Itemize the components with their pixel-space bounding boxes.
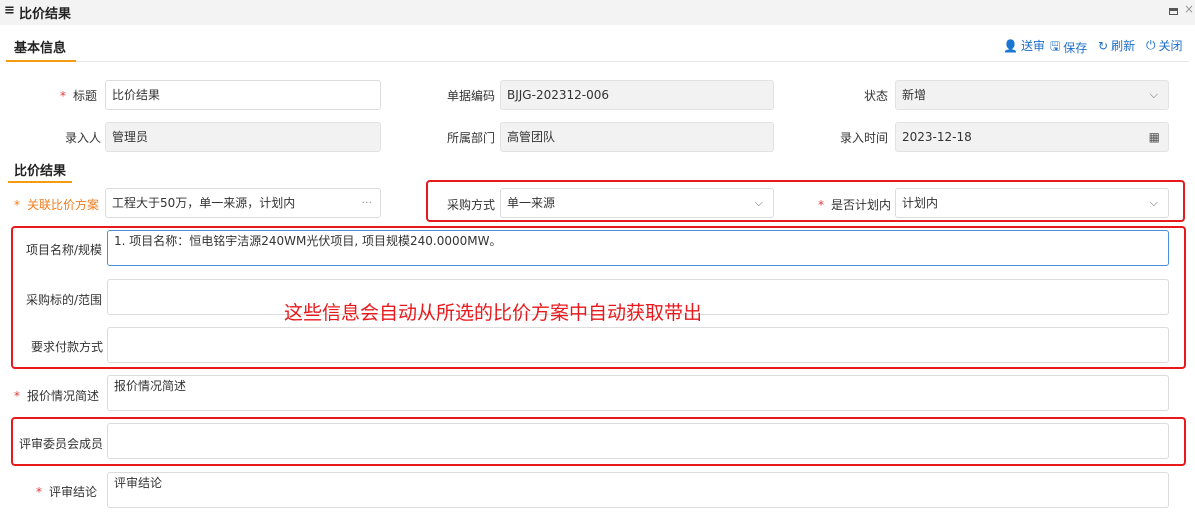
doc-code-field: BJJG-202312-006: [500, 80, 774, 110]
highlight-box-committee: [11, 417, 1186, 466]
user-send-icon: 👤: [1003, 38, 1018, 53]
entry-time-field[interactable]: 2023-12-18 ▦: [895, 122, 1169, 152]
section-underline-result: [8, 181, 72, 183]
entry-time-label: 录入时间: [840, 131, 889, 145]
entry-person-field: 管理员: [105, 122, 381, 152]
section-divider: [76, 61, 1189, 62]
quote-summary-label: * 报价情况简述: [14, 389, 100, 403]
window-titlebar: ≡ 比价结果 ×: [0, 0, 1195, 25]
section-title-result: 比价结果: [14, 164, 67, 179]
close-icon[interactable]: ×: [1184, 2, 1194, 16]
send-review-label: 送审: [1020, 39, 1045, 53]
refresh-label: 刷新: [1111, 39, 1136, 53]
department-label: 所属部门: [447, 131, 496, 145]
close-button[interactable]: ⏻ 关闭: [1146, 37, 1183, 54]
power-icon: ⏻: [1146, 38, 1156, 52]
plan-label: * 关联比价方案: [14, 198, 100, 212]
maximize-icon[interactable]: [1169, 8, 1178, 15]
section-underline: [6, 60, 76, 62]
more-icon[interactable]: ···: [362, 189, 373, 217]
refresh-icon: ↻: [1098, 38, 1109, 53]
close-label: 关闭: [1158, 39, 1183, 53]
status-select[interactable]: 新增 ⌵: [895, 80, 1169, 110]
save-button[interactable]: 🖫 保存: [1050, 37, 1087, 58]
refresh-button[interactable]: ↻ 刷新: [1098, 37, 1135, 54]
status-label: 状态: [864, 89, 889, 103]
doc-code-label: 单据编码: [447, 89, 496, 103]
quote-summary-textarea[interactable]: 报价情况简述: [107, 375, 1169, 411]
save-icon: 🖫: [1050, 39, 1061, 53]
send-review-button[interactable]: 👤 送审: [1003, 37, 1045, 54]
department-field: 高管团队: [500, 122, 774, 152]
title-label: * 标题: [60, 89, 98, 103]
chevron-down-icon: ⌵: [1149, 88, 1158, 101]
conclusion-textarea[interactable]: 评审结论: [107, 472, 1169, 508]
save-label: 保存: [1063, 41, 1088, 55]
menu-icon[interactable]: ≡: [4, 3, 15, 18]
highlight-box-purchase: [426, 180, 1185, 222]
section-title-basic: 基本信息: [14, 41, 67, 56]
calendar-icon[interactable]: ▦: [1149, 123, 1160, 151]
title-input[interactable]: 比价结果: [105, 80, 381, 110]
entry-person-label: 录入人: [65, 131, 102, 145]
required-mark: *: [60, 89, 66, 103]
conclusion-label: * 评审结论: [36, 485, 98, 499]
annotation-text: 这些信息会自动从所选的比价方案中自动获取带出: [284, 302, 703, 324]
plan-picker[interactable]: 工程大于50万，单一来源，计划内 ···: [105, 188, 381, 218]
window-title: 比价结果: [19, 7, 72, 22]
